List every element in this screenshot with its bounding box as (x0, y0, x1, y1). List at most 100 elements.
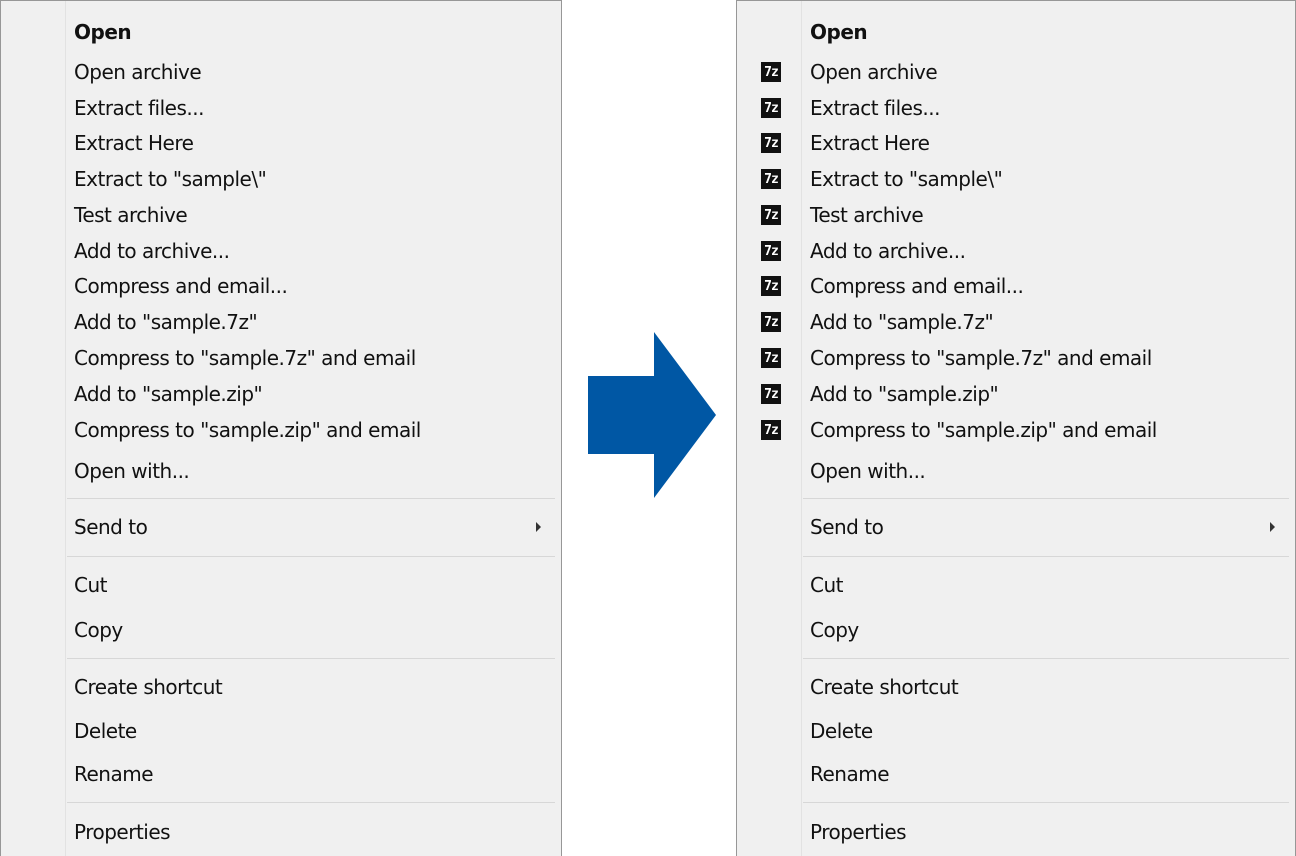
menu-item-add-to-7z[interactable]: Add to "sample.7z" (1, 305, 561, 339)
menu-item-cut[interactable]: Cut (1, 568, 561, 602)
menu-item-properties[interactable]: Properties (737, 815, 1295, 849)
menu-item-label: Compress and email... (74, 274, 288, 298)
menu-item-label: Add to "sample.zip" (810, 382, 999, 406)
menu-item-properties[interactable]: Properties (1, 815, 561, 849)
menu-item-extract-to[interactable]: Extract to "sample\" (1, 162, 561, 196)
menu-item-copy[interactable]: Copy (1, 613, 561, 647)
menu-separator (803, 556, 1289, 557)
7zip-icon: 7z (761, 241, 781, 261)
menu-item-label: Cut (74, 573, 107, 597)
menu-item-send-to[interactable]: Send to (1, 510, 561, 544)
menu-item-label: Extract files... (810, 96, 940, 120)
menu-item-label: Add to archive... (810, 239, 966, 263)
menu-item-label: Open (74, 20, 132, 44)
menu-separator (67, 658, 555, 659)
menu-item-create-shortcut[interactable]: Create shortcut (737, 670, 1295, 704)
menu-separator (803, 498, 1289, 499)
menu-item-copy[interactable]: Copy (737, 613, 1295, 647)
7zip-icon: 7z (761, 62, 781, 82)
menu-item-compress-7z-email[interactable]: 7z Compress to "sample.7z" and email (737, 341, 1295, 375)
menu-item-extract-to[interactable]: 7z Extract to "sample\" (737, 162, 1295, 196)
menu-item-open[interactable]: Open (1, 15, 561, 49)
7zip-icon: 7z (761, 205, 781, 225)
menu-item-compress-7z-email[interactable]: Compress to "sample.7z" and email (1, 341, 561, 375)
7zip-icon: 7z (761, 98, 781, 118)
menu-item-extract-here[interactable]: 7z Extract Here (737, 126, 1295, 160)
menu-item-extract-here[interactable]: Extract Here (1, 126, 561, 160)
menu-item-open[interactable]: Open (737, 15, 1295, 49)
menu-item-add-to-archive[interactable]: 7z Add to archive... (737, 234, 1295, 268)
7zip-icon: 7z (761, 348, 781, 368)
menu-item-label: Add to "sample.7z" (810, 310, 994, 334)
menu-item-add-to-archive[interactable]: Add to archive... (1, 234, 561, 268)
menu-item-rename[interactable]: Rename (1, 757, 561, 791)
right-arrow-shape (588, 332, 716, 498)
menu-item-label: Copy (74, 618, 123, 642)
menu-item-label: Open with... (810, 459, 926, 483)
menu-item-label: Add to "sample.7z" (74, 310, 258, 334)
menu-item-label: Copy (810, 618, 859, 642)
menu-item-label: Create shortcut (74, 675, 223, 699)
menu-item-label: Compress to "sample.7z" and email (74, 346, 416, 370)
menu-item-label: Open archive (810, 60, 938, 84)
menu-item-label: Add to archive... (74, 239, 230, 263)
menu-item-delete[interactable]: Delete (1, 714, 561, 748)
menu-separator (67, 498, 555, 499)
menu-item-delete[interactable]: Delete (737, 714, 1295, 748)
7zip-icon: 7z (761, 133, 781, 153)
menu-item-label: Extract to "sample\" (74, 167, 267, 191)
menu-item-label: Create shortcut (810, 675, 959, 699)
menu-separator (67, 556, 555, 557)
menu-item-rename[interactable]: Rename (737, 757, 1295, 791)
menu-item-extract-files[interactable]: Extract files... (1, 91, 561, 125)
menu-item-open-archive[interactable]: Open archive (1, 55, 561, 89)
menu-item-compress-zip-email[interactable]: 7z Compress to "sample.zip" and email (737, 413, 1295, 447)
menu-item-label: Open (810, 20, 868, 44)
7zip-icon: 7z (761, 276, 781, 296)
menu-item-label: Compress and email... (810, 274, 1024, 298)
menu-item-label: Send to (810, 515, 884, 539)
menu-item-cut[interactable]: Cut (737, 568, 1295, 602)
menu-item-compress-and-email[interactable]: Compress and email... (1, 269, 561, 303)
menu-item-label: Extract Here (74, 131, 194, 155)
menu-item-label: Cut (810, 573, 843, 597)
7zip-icon: 7z (761, 169, 781, 189)
menu-item-open-with[interactable]: Open with... (1, 454, 561, 488)
menu-item-compress-zip-email[interactable]: Compress to "sample.zip" and email (1, 413, 561, 447)
menu-item-label: Open with... (74, 459, 190, 483)
context-menu-with-7zip-icons: Open 7z Open archive 7z Extract files...… (736, 0, 1296, 856)
7zip-icon: 7z (761, 420, 781, 440)
menu-item-label: Properties (810, 820, 907, 844)
menu-item-create-shortcut[interactable]: Create shortcut (1, 670, 561, 704)
menu-separator (803, 802, 1289, 803)
menu-item-add-to-zip[interactable]: 7z Add to "sample.zip" (737, 377, 1295, 411)
menu-item-label: Rename (74, 762, 154, 786)
menu-item-add-to-zip[interactable]: Add to "sample.zip" (1, 377, 561, 411)
menu-item-label: Add to "sample.zip" (74, 382, 263, 406)
menu-item-compress-and-email[interactable]: 7z Compress and email... (737, 269, 1295, 303)
menu-item-label: Compress to "sample.zip" and email (810, 418, 1157, 442)
7zip-icon: 7z (761, 312, 781, 332)
menu-item-label: Extract Here (810, 131, 930, 155)
menu-item-label: Extract files... (74, 96, 204, 120)
menu-item-label: Test archive (74, 203, 188, 227)
menu-item-label: Open archive (74, 60, 202, 84)
menu-item-open-with[interactable]: Open with... (737, 454, 1295, 488)
7zip-icon: 7z (761, 384, 781, 404)
menu-item-add-to-7z[interactable]: 7z Add to "sample.7z" (737, 305, 1295, 339)
menu-item-label: Rename (810, 762, 890, 786)
menu-item-open-archive[interactable]: 7z Open archive (737, 55, 1295, 89)
menu-item-label: Extract to "sample\" (810, 167, 1003, 191)
menu-item-extract-files[interactable]: 7z Extract files... (737, 91, 1295, 125)
context-menu-original: Open Open archive Extract files... Extra… (0, 0, 562, 856)
menu-item-label: Delete (74, 719, 137, 743)
menu-item-label: Send to (74, 515, 148, 539)
menu-item-test-archive[interactable]: 7z Test archive (737, 198, 1295, 232)
submenu-arrow-icon (536, 522, 541, 532)
right-arrow-icon (588, 332, 716, 498)
menu-separator (803, 658, 1289, 659)
menu-item-send-to[interactable]: Send to (737, 510, 1295, 544)
menu-item-test-archive[interactable]: Test archive (1, 198, 561, 232)
submenu-arrow-icon (1270, 522, 1275, 532)
menu-item-label: Properties (74, 820, 171, 844)
